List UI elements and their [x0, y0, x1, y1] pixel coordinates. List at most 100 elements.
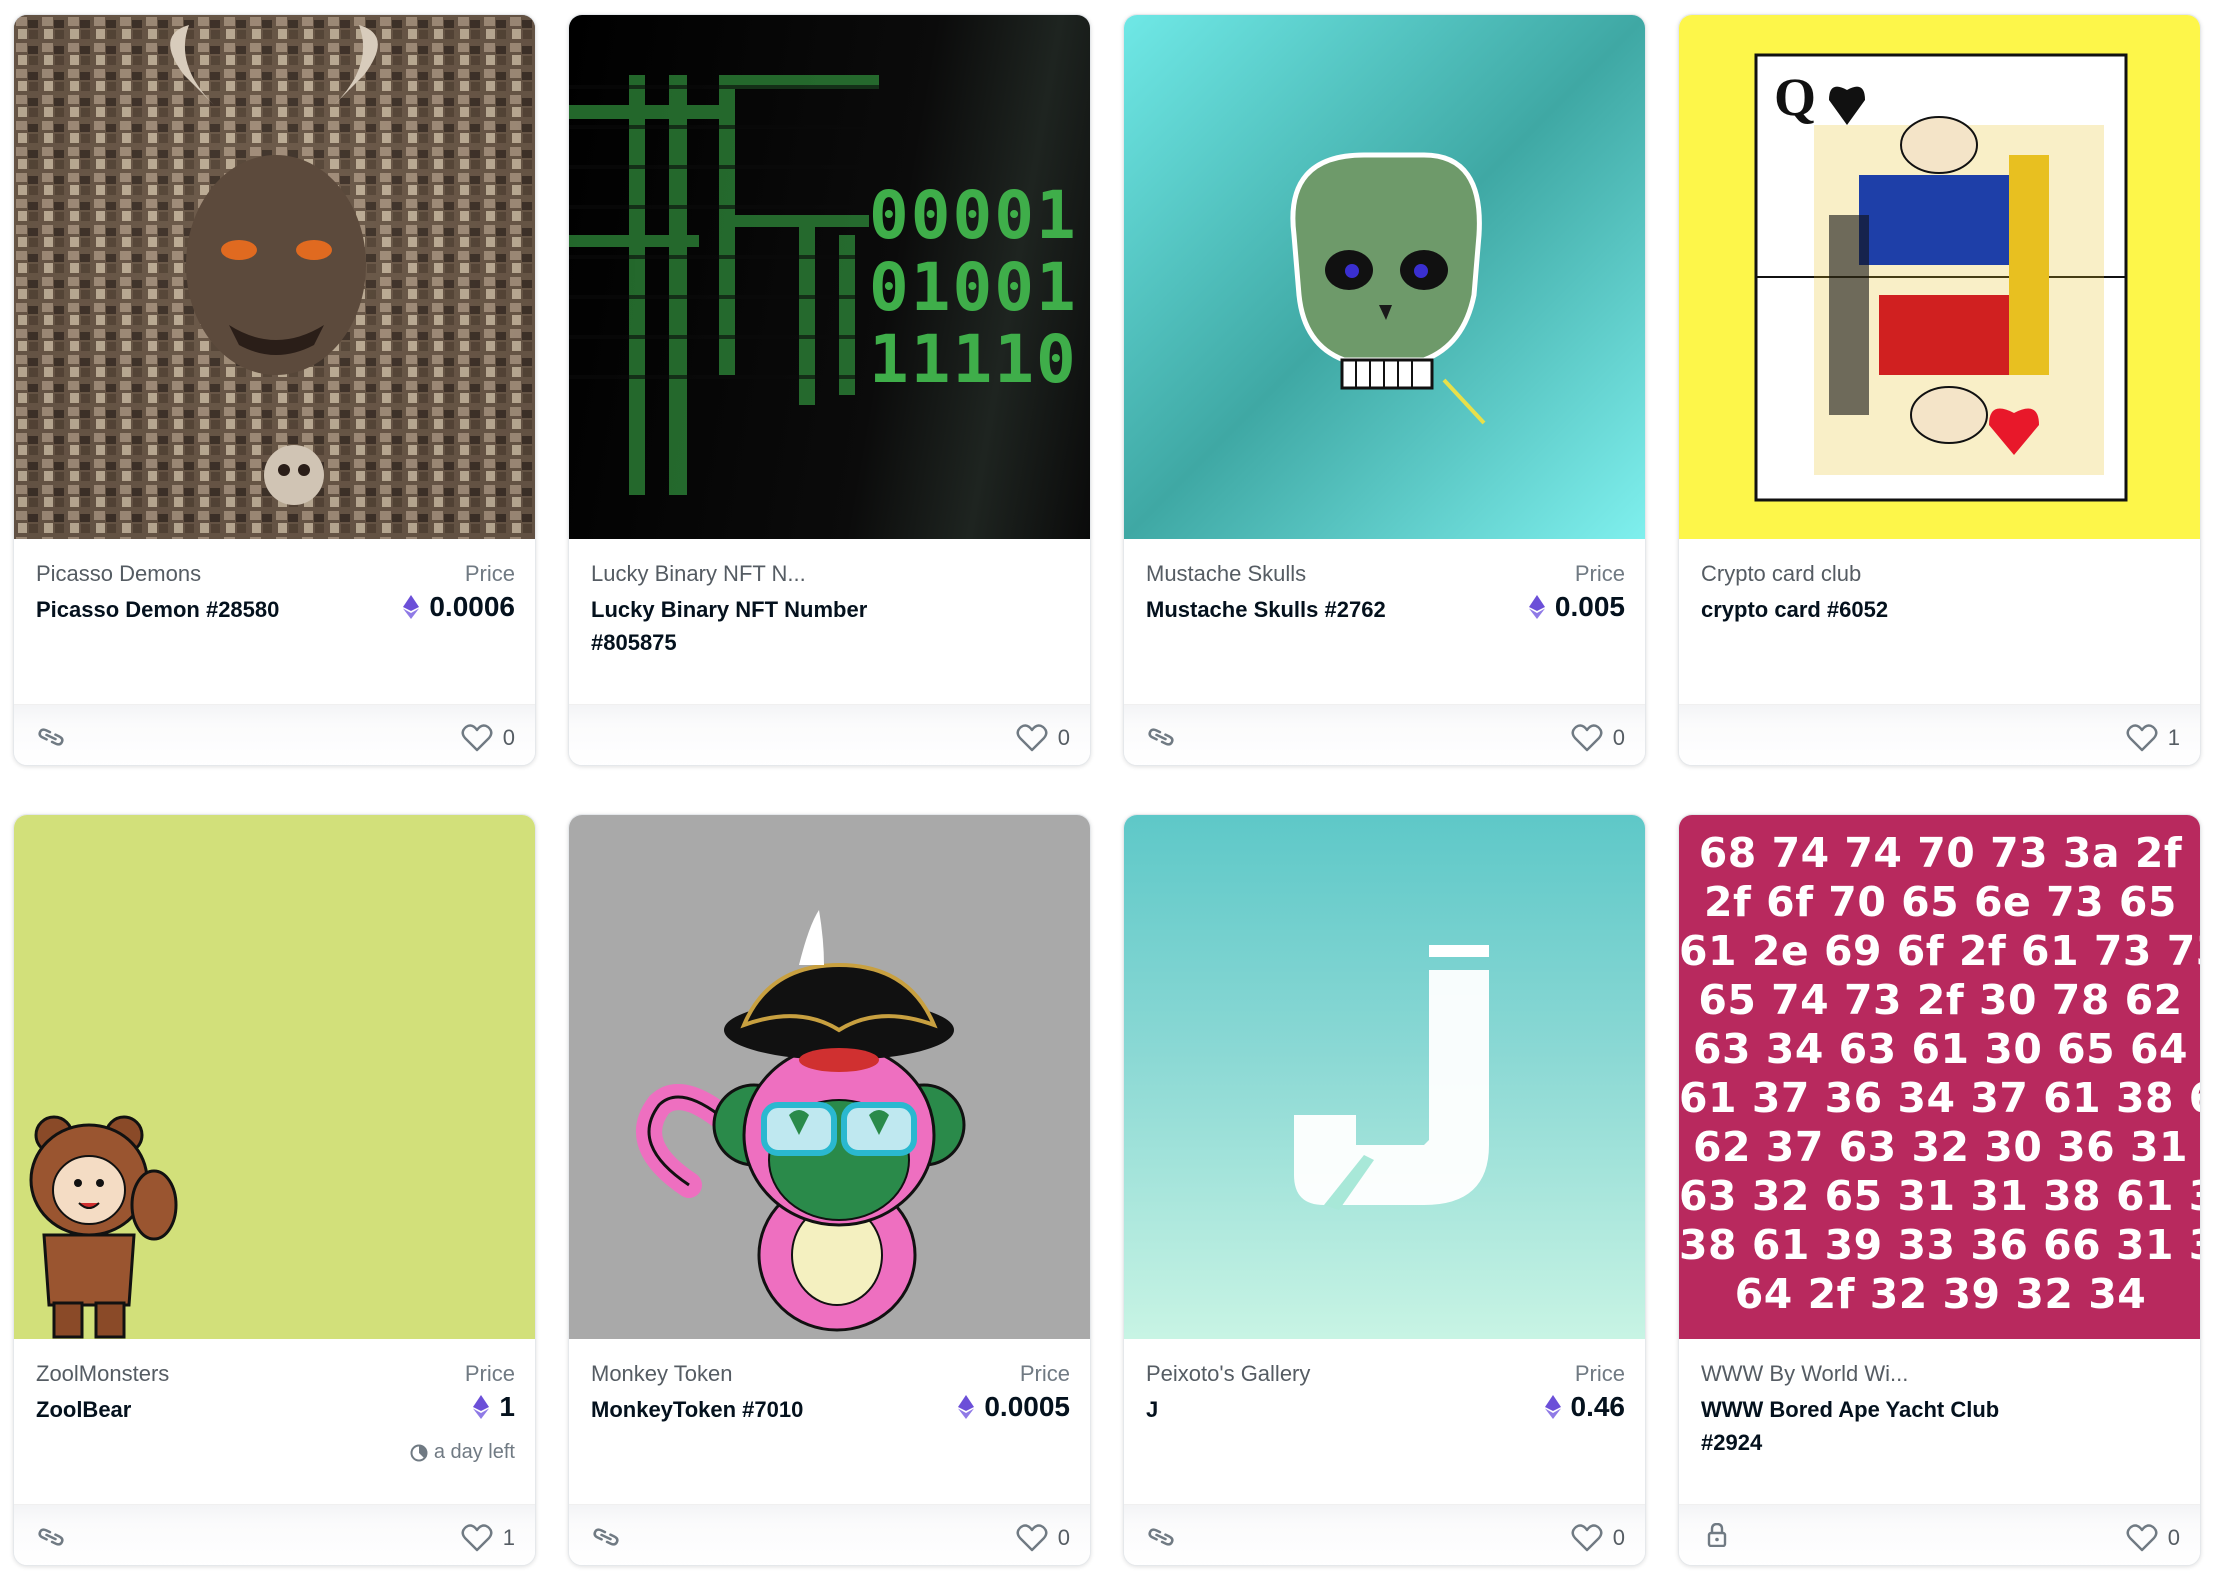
nft-image[interactable]	[1124, 15, 1645, 539]
heart-icon	[1571, 1524, 1603, 1552]
like-count: 1	[502, 1525, 515, 1550]
collection-name[interactable]: Crypto card club	[1701, 561, 1861, 587]
nft-image[interactable]	[569, 815, 1090, 1339]
link-icon[interactable]	[1146, 725, 1176, 749]
nft-name[interactable]: Lucky Binary NFT Number #805875	[591, 593, 921, 659]
price-label: Price	[464, 1361, 515, 1386]
price-value: 0.0006	[429, 591, 515, 622]
price-label: Price	[1019, 1361, 1070, 1386]
nft-image[interactable]	[14, 815, 535, 1339]
price-value: 0.0005	[984, 1391, 1070, 1422]
timer-icon	[410, 1444, 428, 1461]
card-info: Crypto card club crypto card #6052	[1679, 539, 2200, 704]
hex-line: 68 74 74 70 73 3a 2f	[1698, 829, 2183, 877]
like-button[interactable]: 0	[2126, 1523, 2180, 1553]
nft-name[interactable]: J	[1146, 1393, 1476, 1426]
card-info: Lucky Binary NFT N... Lucky Binary NFT N…	[569, 539, 1090, 704]
like-button[interactable]: 0	[1016, 723, 1070, 753]
eth-icon	[403, 595, 420, 619]
like-count: 0	[1612, 725, 1625, 750]
like-count: 0	[2167, 1525, 2180, 1550]
nft-name[interactable]: Picasso Demon #28580	[36, 593, 366, 626]
link-icon[interactable]	[36, 1525, 66, 1549]
like-button[interactable]: 0	[1016, 1523, 1070, 1553]
nft-card[interactable]: Mustache Skulls Mustache Skulls #2762 Pr…	[1123, 14, 1646, 766]
link-icon[interactable]	[36, 725, 66, 749]
card-footer: 0	[14, 704, 535, 765]
heart-icon	[461, 1524, 493, 1552]
collection-name[interactable]: Picasso Demons	[36, 561, 201, 587]
nft-name[interactable]: crypto card #6052	[1701, 593, 2031, 626]
heart-icon	[1571, 724, 1603, 752]
price: 1	[473, 1391, 515, 1423]
heart-icon	[1016, 724, 1048, 752]
nft-card[interactable]: ZoolMonsters ZoolBear Price 1 a day left…	[13, 814, 536, 1566]
collection-name[interactable]: Lucky Binary NFT N...	[591, 561, 806, 587]
link-icon[interactable]	[591, 1525, 621, 1549]
auction-time-left: a day left	[410, 1441, 515, 1464]
svg-text:Q: Q	[1774, 67, 1816, 127]
like-button[interactable]: 1	[461, 1523, 515, 1553]
hex-line: 64 2f 32 39 32 34	[1734, 1270, 2147, 1318]
nft-image[interactable]: 68 74 74 70 73 3a 2f 2f 6f 70 65 6e 73 6…	[1679, 815, 2201, 1339]
nft-card[interactable]: Peixoto's Gallery J Price 0.46 0	[1123, 814, 1646, 1566]
collection-name[interactable]: ZoolMonsters	[36, 1361, 169, 1387]
price: 0.0006	[403, 591, 515, 623]
hex-line: 2f 6f 70 65 6e 73 65	[1704, 878, 2177, 926]
nft-grid: Picasso Demons Picasso Demon #28580 Pric…	[13, 14, 2203, 1570]
heart-icon	[2126, 1524, 2158, 1552]
binary-text: 00001 01001 11110	[869, 180, 1078, 396]
nft-card[interactable]: Picasso Demons Picasso Demon #28580 Pric…	[13, 14, 536, 766]
nft-name[interactable]: WWW Bored Ape Yacht Club #2924	[1701, 1393, 2031, 1459]
collection-name[interactable]: WWW By World Wi...	[1701, 1361, 1908, 1387]
card-info: Mustache Skulls Mustache Skulls #2762 Pr…	[1124, 539, 1645, 704]
hex-line: 61 37 36 34 37 61 38 61	[1679, 1074, 2201, 1122]
like-button[interactable]: 0	[1571, 723, 1625, 753]
heart-icon	[1016, 1524, 1048, 1552]
card-footer: 0	[1124, 1504, 1645, 1565]
card-footer: 0	[569, 704, 1090, 765]
price-value: 0.46	[1570, 1391, 1626, 1422]
nft-image[interactable]	[1124, 815, 1645, 1339]
heart-icon	[461, 724, 493, 752]
card-footer: 0	[569, 1504, 1090, 1565]
eth-icon	[1528, 595, 1545, 619]
binary-line: 00001	[869, 177, 1078, 254]
like-count: 0	[502, 725, 515, 750]
price-value: 0.005	[1554, 591, 1625, 622]
nft-name[interactable]: Mustache Skulls #2762	[1146, 593, 1476, 626]
nft-card[interactable]: Q Crypto card club crypto card #6052 1	[1678, 14, 2201, 766]
card-info: Picasso Demons Picasso Demon #28580 Pric…	[14, 539, 535, 704]
like-count: 0	[1612, 1525, 1625, 1550]
eth-icon	[1544, 1395, 1561, 1419]
nft-card[interactable]: Monkey Token MonkeyToken #7010 Price 0.0…	[568, 814, 1091, 1566]
hex-line: 62 37 63 32 30 36 31	[1692, 1123, 2189, 1171]
nft-image[interactable]: Q	[1679, 15, 2200, 539]
price-value: 1	[499, 1391, 515, 1422]
nft-image[interactable]	[14, 15, 535, 539]
nft-card[interactable]: 68 74 74 70 73 3a 2f 2f 6f 70 65 6e 73 6…	[1678, 814, 2201, 1566]
collection-name[interactable]: Peixoto's Gallery	[1146, 1361, 1310, 1387]
card-footer: 1	[1679, 704, 2200, 765]
card-info: Monkey Token MonkeyToken #7010 Price 0.0…	[569, 1339, 1090, 1504]
nft-image[interactable]: 00001 01001 11110	[569, 15, 1090, 539]
like-button[interactable]: 0	[461, 723, 515, 753]
like-button[interactable]: 1	[2126, 723, 2180, 753]
hex-text: 68 74 74 70 73 3a 2f 2f 6f 70 65 6e 73 6…	[1679, 829, 2201, 1319]
nft-card[interactable]: 00001 01001 11110 Lucky Binary NFT N... …	[568, 14, 1091, 766]
binary-line: 11110	[869, 321, 1078, 398]
hex-line: 63 32 65 31 31 38 61 31	[1679, 1172, 2201, 1220]
hex-line: 38 61 39 33 36 66 31 33	[1679, 1221, 2201, 1269]
collection-name[interactable]: Mustache Skulls	[1146, 561, 1306, 587]
nft-name[interactable]: MonkeyToken #7010	[591, 1393, 921, 1426]
hex-line: 63 34 63 61 30 65 64	[1692, 1025, 2189, 1073]
card-info: ZoolMonsters ZoolBear Price 1 a day left	[14, 1339, 535, 1504]
binary-line: 01001	[869, 249, 1078, 326]
card-footer: 0	[1679, 1504, 2200, 1565]
link-icon[interactable]	[1146, 1525, 1176, 1549]
price: 0.0005	[958, 1391, 1070, 1423]
like-button[interactable]: 0	[1571, 1523, 1625, 1553]
nft-name[interactable]: ZoolBear	[36, 1393, 366, 1426]
price-label: Price	[1574, 1361, 1625, 1386]
collection-name[interactable]: Monkey Token	[591, 1361, 732, 1387]
